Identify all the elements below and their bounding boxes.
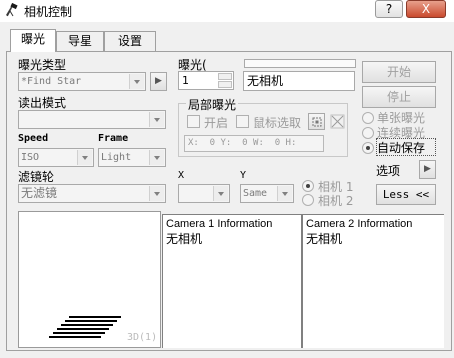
exposure-type-select[interactable]: *Find Star	[18, 72, 146, 91]
subframe-group-label: 局部曝光	[186, 96, 239, 113]
spin-down-icon[interactable]	[218, 81, 232, 88]
mouse-select-label: 鼠标选取	[253, 116, 302, 130]
chevron-down-icon	[149, 150, 164, 165]
help-button[interactable]: ?	[375, 0, 403, 18]
readout-mode-select[interactable]	[18, 110, 166, 129]
options-button[interactable]: ▶	[419, 160, 436, 179]
subframe-coords: X: 0 Y: 0 W: 0 H:	[184, 135, 324, 152]
region-icon	[312, 117, 322, 127]
preview-area[interactable]: 3D(1)	[18, 211, 161, 348]
mouse-select-checkbox[interactable]	[236, 115, 249, 128]
filter-wheel-select[interactable]: 无滤镜	[18, 184, 166, 203]
camera2-label: 相机 2	[318, 194, 354, 208]
exposure-time-input[interactable]: 1	[178, 71, 234, 90]
autosave-radio[interactable]	[362, 142, 374, 154]
tab-settings[interactable]: 设置	[104, 31, 156, 51]
exposure-type-label: 曝光类型	[18, 58, 67, 72]
camera-status-field: 无相机	[243, 71, 355, 91]
clear-region-button[interactable]	[329, 113, 346, 130]
exposure-progress-bar	[244, 59, 356, 68]
speed-label: Speed	[18, 133, 49, 144]
window-title: 相机控制	[24, 5, 73, 19]
frame-select[interactable]: Light	[98, 148, 166, 167]
tab-guiding[interactable]: 导星	[56, 31, 104, 51]
cross-icon	[330, 114, 345, 129]
telescope-icon	[6, 3, 18, 17]
histogram-icon	[49, 316, 121, 338]
binning-x-select[interactable]	[178, 184, 230, 203]
camera2-info-panel: Camera 2 Information 无相机	[302, 214, 444, 348]
x-label: X	[178, 170, 185, 181]
binning-y-select[interactable]: Same	[240, 184, 294, 203]
chevron-down-icon	[149, 186, 164, 201]
chevron-down-icon	[149, 112, 164, 127]
chevron-down-icon	[77, 150, 92, 165]
preview-label: 3D(1)	[127, 332, 158, 343]
readout-mode-label: 读出模式	[18, 96, 67, 110]
camera2-info-status: 无相机	[306, 232, 343, 246]
tab-exposure[interactable]: 曝光	[10, 29, 56, 52]
options-label: 选项	[376, 164, 401, 178]
camera1-radio[interactable]	[302, 180, 314, 192]
speed-select[interactable]: ISO	[18, 148, 94, 167]
continuous-exposure-radio[interactable]	[362, 127, 374, 139]
frame-label: Frame	[98, 133, 129, 144]
close-button[interactable]: X	[406, 0, 446, 18]
camera1-info-title: Camera 1 Information	[166, 218, 273, 230]
start-button[interactable]: 开始	[362, 61, 436, 83]
autosave-label: 自动保存	[377, 141, 426, 155]
next-type-button[interactable]: ▶	[150, 72, 167, 91]
camera1-info-panel: Camera 1 Information 无相机	[162, 214, 302, 348]
chevron-down-icon	[277, 186, 292, 201]
less-button[interactable]: Less <<	[376, 184, 436, 205]
subframe-enable-checkbox[interactable]	[187, 115, 200, 128]
stop-button[interactable]: 停止	[362, 86, 436, 108]
camera2-radio[interactable]	[302, 194, 314, 206]
spin-up-icon[interactable]	[218, 73, 232, 80]
camera2-info-title: Camera 2 Information	[306, 218, 413, 230]
camera1-info-status: 无相机	[166, 232, 203, 246]
chevron-down-icon	[213, 186, 228, 201]
single-exposure-radio[interactable]	[362, 112, 374, 124]
select-region-button[interactable]	[308, 113, 325, 130]
filter-wheel-label: 滤镜轮	[18, 170, 55, 184]
y-label: Y	[240, 170, 247, 181]
title-bar[interactable]: 相机控制 ? X	[0, 0, 454, 22]
chevron-down-icon	[129, 74, 144, 89]
subframe-enable-label: 开启	[204, 116, 229, 130]
